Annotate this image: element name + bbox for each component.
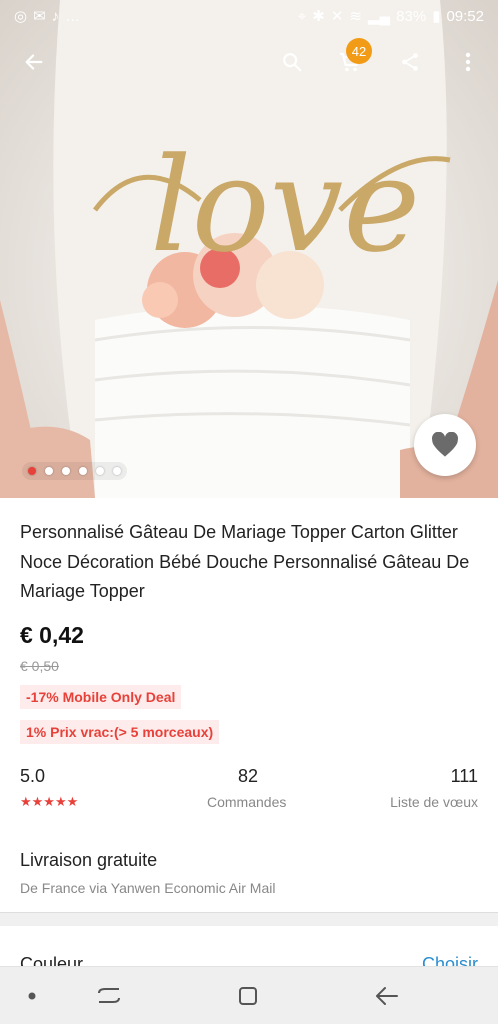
color-selector-row[interactable]: Couleur Choisir [0, 926, 498, 974]
shipping-title[interactable]: Livraison gratuite [20, 850, 157, 871]
original-price: € 0,50 [20, 658, 59, 674]
more-button[interactable] [450, 44, 486, 80]
heart-icon [432, 432, 458, 457]
wishlist-button[interactable] [414, 414, 476, 476]
recent-apps-button[interactable] [94, 981, 124, 1011]
wifi-icon: ≋ [349, 8, 362, 25]
rating-value[interactable]: 5.0 [20, 766, 45, 787]
share-button[interactable] [392, 44, 428, 80]
search-button[interactable] [274, 44, 310, 80]
status-bar: ◎ ✉ ♪ … ⌖ ✱ ✕ ≋ ▂▄ 83% ▮ 09:52 [0, 0, 498, 32]
love-topper-text: love [150, 129, 420, 281]
mail-icon: ✉ [33, 8, 46, 25]
arrow-left-icon [25, 54, 43, 70]
wishlist-label: Liste de vœux [390, 794, 478, 810]
carousel-dot[interactable] [113, 467, 121, 475]
product-title: Personnalisé Gâteau De Mariage Topper Ca… [20, 522, 470, 601]
share-icon [402, 53, 418, 71]
carousel-dot[interactable] [28, 467, 36, 475]
system-back-button[interactable] [372, 981, 402, 1011]
carousel-indicator [22, 462, 127, 480]
recent-apps-icon [98, 988, 120, 1003]
dot-icon [28, 992, 36, 1000]
orders-count: 82 [238, 766, 259, 786]
back-arrow-icon [376, 987, 398, 1005]
battery-percent: 83% [396, 7, 427, 25]
carousel-dot[interactable] [62, 467, 70, 475]
search-icon [283, 53, 302, 72]
current-price: € 0,42 [20, 622, 84, 648]
bluetooth-icon: ✱ [312, 8, 325, 25]
music-icon: ♪ [51, 7, 60, 25]
rating-stars[interactable]: ★★★★★ [20, 794, 78, 810]
battery-icon: ▮ [432, 8, 441, 25]
orders-label: Commandes [207, 794, 287, 810]
bulk-price-tag[interactable]: 1% Prix vrac:(> 5 morceaux) [20, 720, 220, 744]
nav-dot-button[interactable] [17, 981, 47, 1011]
product-image[interactable]: love ◎ ✉ ♪ … ⌖ ✱ ✕ ≋ ▂▄ 83% ▮ 09:52 42 [0, 0, 498, 498]
location-icon: ⌖ [297, 7, 307, 25]
signal-icon: ▂▄ [367, 8, 391, 25]
account-icon: ◎ [14, 8, 28, 25]
mobile-deal-tag: -17% Mobile Only Deal [20, 685, 182, 709]
back-button[interactable] [16, 44, 52, 80]
system-navigation-bar [0, 966, 498, 1024]
more-notifications-icon: … [65, 7, 81, 25]
product-stats: 5.0 ★★★★★ 82 Commandes 111 Liste de vœux [0, 766, 498, 816]
home-icon [239, 987, 257, 1005]
carousel-dot[interactable] [96, 467, 104, 475]
cart-count-badge: 42 [346, 38, 372, 64]
clock: 09:52 [446, 7, 484, 25]
more-vertical-icon [465, 52, 471, 72]
carousel-dot[interactable] [79, 467, 87, 475]
wishlist-count: 111 [450, 766, 478, 786]
section-divider [0, 912, 498, 926]
top-toolbar [0, 36, 498, 88]
home-button[interactable] [233, 981, 263, 1011]
carousel-dot[interactable] [45, 467, 53, 475]
mute-icon: ✕ [330, 8, 344, 25]
shipping-method[interactable]: De France via Yanwen Economic Air Mail [20, 880, 275, 896]
